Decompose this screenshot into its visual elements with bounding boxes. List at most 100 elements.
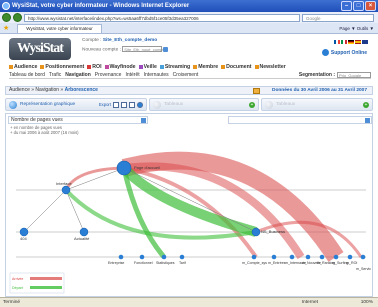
table-view-icon[interactable] <box>121 101 127 108</box>
maximize-button[interactable]: □ <box>353 1 364 11</box>
tableaux-2-label: Tableaux <box>276 102 296 107</box>
language-flags <box>334 40 368 44</box>
tableaux-2-bullet-icon <box>265 100 273 109</box>
node-actualite[interactable]: Actualité <box>74 227 90 241</box>
export-label[interactable]: Export <box>99 102 111 107</box>
help-icon[interactable] <box>137 101 143 108</box>
node-label-m-servic: m_Servic <box>356 267 371 271</box>
membre-icon <box>193 65 198 69</box>
roi-icon <box>87 65 92 69</box>
print-icon[interactable] <box>129 101 135 108</box>
status-text: Terminé <box>3 300 21 305</box>
node-ns-business[interactable]: NS_Business <box>251 227 285 237</box>
support-online-link[interactable]: Support Online <box>321 49 367 56</box>
flow-mini-legend: Arrivée Départ <box>9 272 65 294</box>
back-button[interactable] <box>2 13 11 22</box>
tab-row: ★ WysiStat, votre cyber informateur Page… <box>0 23 378 34</box>
menu-streaming[interactable]: Streaming <box>159 64 190 70</box>
node-404[interactable]: 404 <box>19 227 29 241</box>
representation-title: Représentation graphique <box>20 102 76 107</box>
node-label-m-entrees: m_Entrées <box>268 261 286 265</box>
arborescence-panel: Nombre de pages vues + en nombre de page… <box>5 113 373 297</box>
flag-de-icon[interactable] <box>348 40 354 44</box>
support-label: Support Online <box>330 49 367 56</box>
node-m-roi[interactable]: m_ROI <box>346 254 357 265</box>
submenu-croisement[interactable]: Croisement <box>173 72 199 78</box>
menu-newsletter[interactable]: Newsletter <box>254 64 286 70</box>
streaming-icon <box>159 65 164 69</box>
submenu-interet[interactable]: Intérêt <box>125 72 139 78</box>
submenu-trafic[interactable]: Trafic <box>49 72 61 78</box>
wayfinode-icon <box>104 65 109 69</box>
graphic-bullet-icon <box>9 100 17 109</box>
segmentation-select[interactable]: Prio_Google <box>337 72 371 78</box>
ie-icon <box>2 2 10 10</box>
crumb-navigation[interactable]: Navigation » <box>35 87 63 93</box>
submenu-tableau-de-bord[interactable]: Tableau de bord <box>9 72 45 78</box>
zoom-level[interactable]: 100% <box>361 298 373 307</box>
window-title: WysiStat, votre cyber informateur - Wind… <box>12 3 190 9</box>
flag-fr-icon[interactable] <box>334 40 340 44</box>
graphic-panel-header: Représentation graphique Export <box>5 98 147 111</box>
main-menu: Audience Positionnement ROI Wayfinode Ve… <box>9 64 286 70</box>
window-titlebar: WysiStat, votre cyber informateur - Wind… <box>0 0 378 12</box>
node-label-actualite: Actualité <box>74 236 90 241</box>
tableaux-1-bullet-icon <box>153 100 161 109</box>
audience-icon <box>9 65 13 69</box>
wysistat-logo[interactable]: WysiStat <box>9 38 71 60</box>
compte-label: Compte : <box>82 38 102 43</box>
close-button[interactable]: × <box>365 1 376 11</box>
go-icon[interactable] <box>163 46 169 52</box>
positionnement-icon <box>40 65 45 69</box>
search-input[interactable]: Google <box>302 13 374 22</box>
forward-button[interactable] <box>13 13 22 22</box>
tableaux-panel-2[interactable]: Tableaux + <box>261 98 373 111</box>
submenu-internautes[interactable]: Internautes <box>144 72 169 78</box>
calendar-icon[interactable] <box>253 88 260 94</box>
account-info: Compte : Site_Eth_compte_demo Nouveau co… <box>82 38 169 53</box>
flag-es-icon[interactable] <box>355 40 361 44</box>
page-tools-menu[interactable]: Page ▼ Outils ▼ <box>339 26 378 31</box>
node-m-entrees[interactable]: m_Entrées <box>268 254 286 265</box>
node-m-compte[interactable]: m_Compte_sys <box>242 254 267 265</box>
compte-value: Site_Eth_compte_demo <box>102 38 158 43</box>
legend-arrivee-swatch <box>30 277 62 280</box>
menu-document[interactable]: Document <box>221 64 252 70</box>
crumb-current: Arborescence <box>64 87 98 93</box>
node-label-interface: Interface <box>56 181 72 186</box>
flag-uk-icon[interactable] <box>362 40 368 44</box>
node-tarif[interactable]: Tarif <box>179 254 186 265</box>
date-range[interactable]: Données du 30 Avril 2006 au 31 Avril 200… <box>272 87 367 94</box>
menu-wayfinode[interactable]: Wayfinode <box>104 64 136 70</box>
legend-arrivee: Arrivée <box>12 277 23 281</box>
minimize-button[interactable]: – <box>341 1 352 11</box>
support-icon <box>321 49 329 56</box>
nouveau-compte-label: Nouveau compte : <box>82 47 121 53</box>
veille-icon <box>138 65 143 69</box>
address-bar[interactable]: http://www.wysistat.net/interface/index.… <box>24 13 300 22</box>
document-icon <box>221 65 226 69</box>
export-icon[interactable] <box>113 101 119 108</box>
submenu-navigation[interactable]: Navigation <box>65 72 91 78</box>
site-content: WysiStat Compte : Site_Eth_compte_demo N… <box>0 34 378 297</box>
submenu-provenance[interactable]: Provenance <box>95 72 122 78</box>
segmentation-control: Segmentation : Prio_Google <box>299 72 371 78</box>
menu-veille[interactable]: Veille <box>138 64 157 70</box>
menu-positionnement[interactable]: Positionnement <box>40 64 84 70</box>
browser-tab[interactable]: WysiStat, votre cyber informateur <box>17 23 102 33</box>
menu-membre[interactable]: Membre <box>193 64 218 70</box>
favorites-star-icon[interactable]: ★ <box>3 24 9 32</box>
node-fonctionnel[interactable]: Fonctionnel <box>134 254 153 265</box>
breadcrumb: Audience » Navigation » Arborescence Don… <box>5 86 373 95</box>
flag-it-icon[interactable] <box>341 40 347 44</box>
crumb-audience[interactable]: Audience » <box>9 87 34 93</box>
menu-roi[interactable]: ROI <box>87 64 102 70</box>
menu-audience[interactable]: Audience <box>9 64 37 70</box>
node-entreprise[interactable]: Entreprise <box>108 254 124 265</box>
add-2-icon[interactable]: + <box>363 101 369 108</box>
add-1-icon[interactable]: + <box>249 101 255 108</box>
compte-select[interactable]: Site_Eth_noué_compte <box>122 46 166 52</box>
window-controls: – □ × <box>341 1 376 11</box>
tableaux-panel-1[interactable]: Tableaux + <box>149 98 259 111</box>
node-statistiques[interactable]: Statistiques <box>156 254 175 265</box>
